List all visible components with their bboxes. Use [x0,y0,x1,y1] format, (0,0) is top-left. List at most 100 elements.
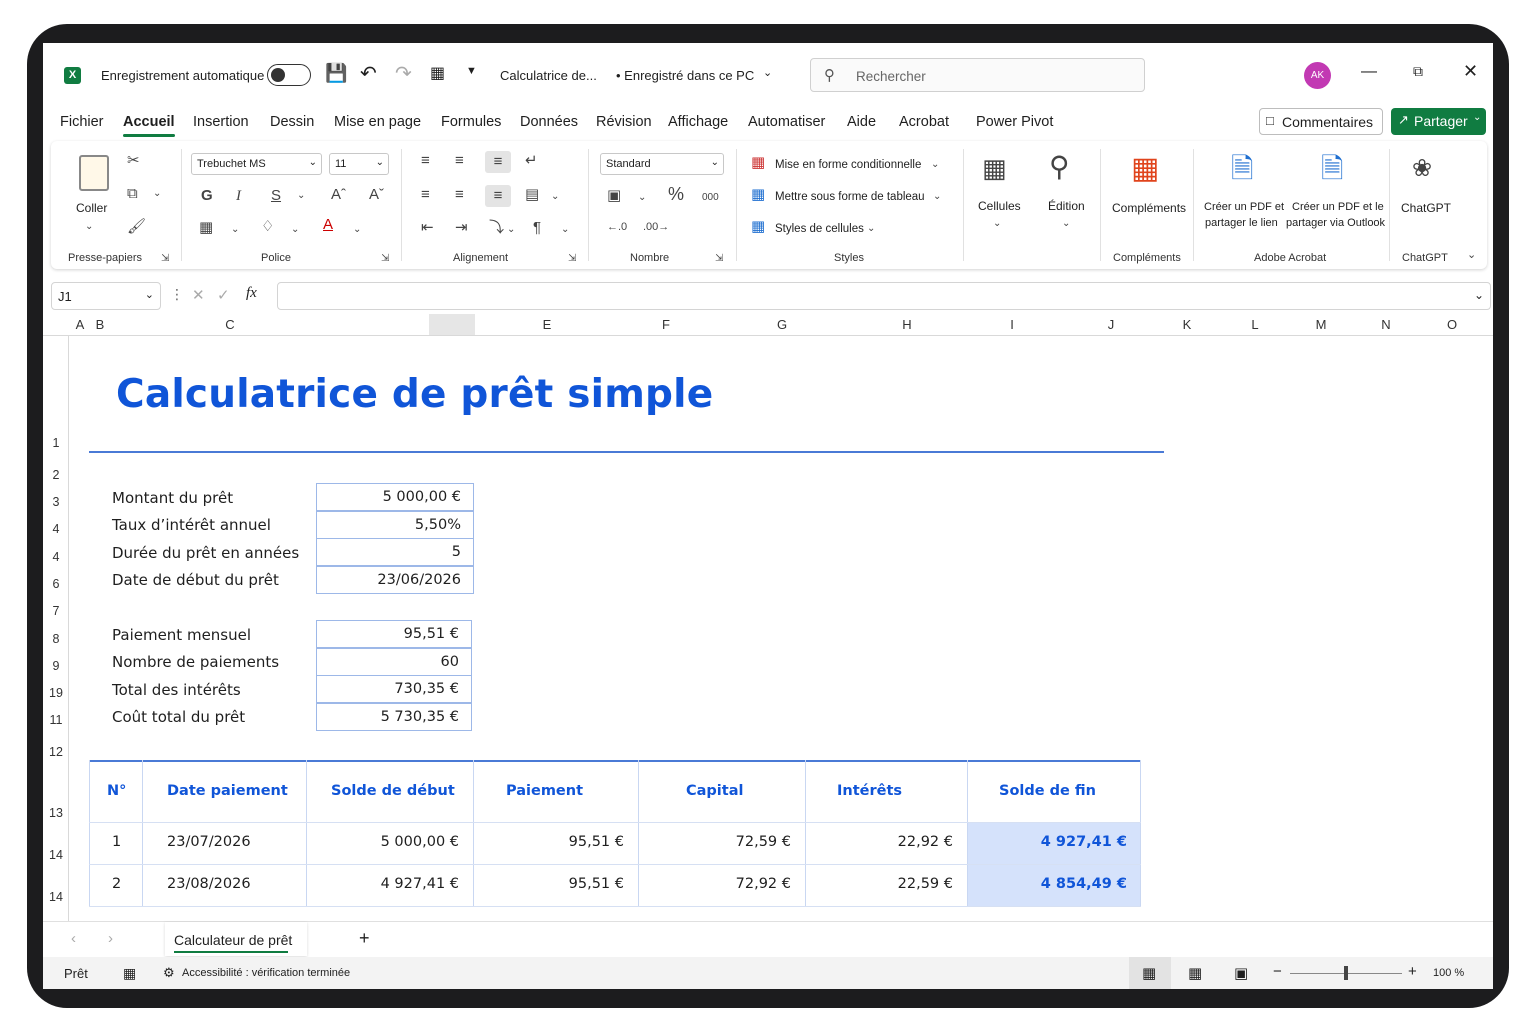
tab-power-pivot[interactable]: Power Pivot [976,114,1053,130]
table-cell[interactable]: 23/08/2026 [167,876,251,892]
share-button[interactable]: ↗ Partager ⌄ [1391,108,1486,135]
row-header[interactable]: 4 [43,550,69,564]
increase-decimal-icon[interactable]: ←.0 [607,219,627,235]
merge-center-icon[interactable]: ▤ [525,187,539,203]
tab-accueil[interactable]: Accueil [123,114,175,137]
column-header[interactable]: A [76,317,85,332]
chevron-down-icon[interactable]: ⌄ [638,190,646,206]
edition-button[interactable]: Édition [1048,199,1085,213]
restore-icon[interactable]: ⧉ [1413,63,1423,80]
column-header[interactable]: N [1381,317,1390,332]
table-cell[interactable]: 22,92 € [898,834,953,850]
table-cell[interactable]: 5 000,00 € [381,834,459,850]
row-header[interactable]: 7 [43,604,69,618]
table-cell[interactable]: 2 [112,876,121,892]
tab-aide[interactable]: Aide [847,114,876,130]
column-header[interactable]: H [902,317,911,332]
decrease-indent-icon[interactable]: ⇤ [421,220,434,236]
column-header[interactable]: J [1108,317,1115,332]
pdf-outlook-icon[interactable]: 🗎 [1321,153,1344,185]
text-direction-icon[interactable]: ¶ [533,220,541,236]
font-color-icon[interactable]: A [323,217,333,233]
italic-button[interactable]: I [236,188,241,204]
table-cell[interactable]: 72,92 € [736,876,791,892]
chevron-down-icon[interactable]: ⌄ [231,222,239,238]
page-break-icon[interactable]: ▣ [1234,964,1248,982]
column-header-selected[interactable] [429,314,475,335]
chevron-down-icon[interactable]: ⌄ [993,216,1001,232]
chevron-down-icon[interactable]: ⌄ [153,186,161,202]
chevron-down-icon[interactable]: ⌄ [353,222,361,238]
align-center-icon[interactable]: ≡ [455,187,464,203]
decrease-decimal-icon[interactable]: .00→ [643,219,669,235]
tab-fichier[interactable]: Fichier [60,114,104,130]
comma-style-button[interactable]: 000 [702,190,719,206]
row-header[interactable]: 14 [43,890,69,904]
column-header[interactable]: F [662,317,670,332]
insert-function-button[interactable]: fx [246,285,257,302]
minimize-icon[interactable]: — [1361,63,1377,81]
dialog-launcher-icon[interactable]: ⇲ [381,251,389,267]
align-middle-icon[interactable]: ≡ [455,153,464,169]
result-cell[interactable]: 5 730,35 € [316,703,472,731]
avatar[interactable]: AK [1304,62,1331,89]
document-title[interactable]: Calculatrice de... [500,68,597,83]
tab-donnees[interactable]: Données [520,114,578,130]
cell-styles-button[interactable]: Styles de cellules [775,223,864,235]
zoom-level[interactable]: 100 % [1433,967,1464,979]
chatgpt-button[interactable]: ChatGPT [1401,201,1451,215]
dialog-launcher-icon[interactable]: ⇲ [161,251,169,267]
underline-button[interactable]: S [271,188,281,204]
column-header[interactable]: G [777,317,787,332]
table-cell[interactable]: 4 927,41 € [1041,834,1127,850]
ribbon-collapse-icon[interactable]: ⌄ [1467,247,1476,263]
row-header[interactable]: 8 [43,632,69,646]
dialog-launcher-icon[interactable]: ⇲ [568,251,576,267]
column-header[interactable]: I [1010,317,1014,332]
tab-acrobat[interactable]: Acrobat [899,114,949,130]
chevron-down-icon[interactable]: ⌄ [551,189,559,205]
row-header[interactable]: 9 [43,659,69,673]
shrink-font-icon[interactable]: Aˇ [369,187,384,203]
more-options-icon[interactable]: ⋮ [170,286,184,303]
name-box[interactable]: J1 ⌄ [51,282,161,310]
column-header[interactable]: E [543,317,552,332]
accounting-format-icon[interactable]: ▣ [607,188,621,204]
table-cell[interactable]: 22,59 € [898,876,953,892]
format-painter-icon[interactable]: 🖌 [127,219,146,235]
bold-button[interactable]: G [201,188,213,204]
redo-icon[interactable]: ↷ [395,61,412,86]
copy-icon[interactable]: ⧉ [127,186,138,202]
table-cell[interactable]: 72,59 € [736,834,791,850]
table-header[interactable]: Paiement [506,783,583,799]
input-cell[interactable]: 5 000,00 € [316,483,474,511]
macro-icon[interactable]: ▦ [123,965,136,982]
addins-icon[interactable]: ▦ [1131,153,1159,185]
zoom-in-icon[interactable]: + [1408,963,1417,980]
save-status[interactable]: • Enregistré dans ce PC [616,68,754,83]
quick-access-dropdown-icon[interactable]: ▼ [466,65,477,77]
align-bottom-icon[interactable]: ≡ [485,151,511,173]
cells-button[interactable]: Cellules [978,199,1021,213]
zoom-slider-handle[interactable] [1344,966,1348,980]
paste-button[interactable]: Coller [76,201,107,215]
result-cell[interactable]: 60 [316,648,472,676]
tab-insertion[interactable]: Insertion [193,114,249,130]
close-icon[interactable]: ✕ [1463,61,1478,82]
row-header[interactable]: 4 [43,522,69,536]
input-cell[interactable]: 23/06/2026 [316,566,474,594]
form-icon[interactable]: ▦ [430,63,445,83]
column-header[interactable]: M [1316,317,1327,332]
font-size-select[interactable]: 11 ⌄ [329,153,389,175]
add-sheet-button[interactable]: + [359,928,370,949]
cancel-icon[interactable]: ✕ [192,286,205,304]
sheet-tab-active[interactable]: Calculateur de prêt [165,922,307,956]
conditional-format-icon[interactable]: ▦ [751,155,765,171]
orientation-icon[interactable]: ⤵ [489,220,504,236]
tab-revision[interactable]: Révision [596,114,652,130]
worksheet[interactable]: Calculatrice de prêt simple Montant du p… [69,336,1493,921]
number-format-select[interactable]: Standard ⌄ [600,153,724,175]
chevron-down-icon[interactable]: ⌄ [933,189,941,205]
accessibility-icon[interactable]: ⚙ [163,965,175,981]
pdf-link-icon[interactable]: 🗎 [1231,153,1254,185]
